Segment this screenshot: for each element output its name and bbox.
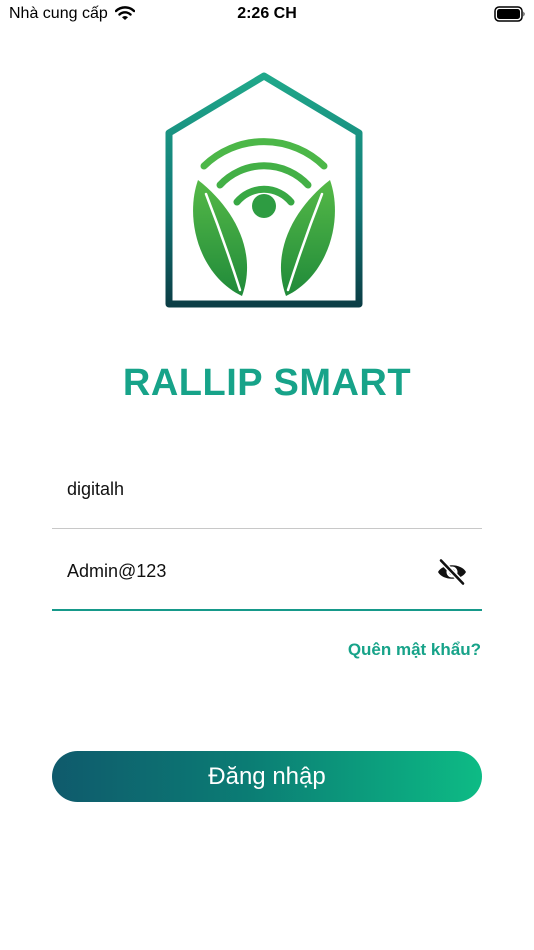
- app-title: RALLIP SMART: [122, 362, 412, 404]
- status-bar: Nhà cung cấp 2:26 CH: [0, 0, 534, 30]
- username-input[interactable]: [67, 475, 427, 503]
- login-button[interactable]: Đăng nhập: [52, 751, 482, 802]
- username-field-container: [52, 449, 482, 529]
- forgot-password-link[interactable]: Quên mật khẩu?: [348, 640, 481, 660]
- app-logo: [165, 72, 363, 308]
- status-time: 2:26 CH: [237, 5, 297, 22]
- battery-icon: [494, 6, 525, 22]
- password-input[interactable]: [67, 557, 427, 585]
- password-field-container: [52, 531, 482, 611]
- eye-slash-icon[interactable]: [436, 556, 468, 588]
- username-underline: [52, 528, 482, 529]
- password-underline: [52, 609, 482, 611]
